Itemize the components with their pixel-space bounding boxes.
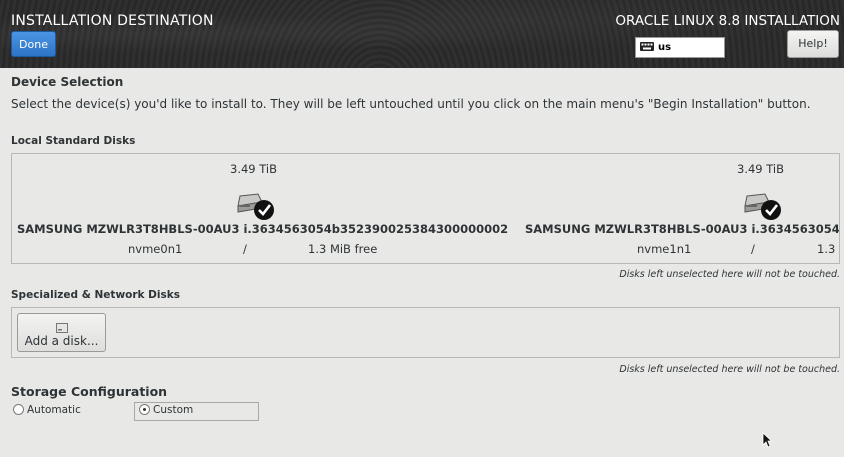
disk-name: SAMSUNG MZWLR3T8HBLS-00AU3 i.36345630549 (525, 222, 840, 236)
disk-size: 3.49 TiB (737, 162, 785, 176)
disk-free-space: 1.3 MiB free (308, 242, 378, 256)
automatic-label: Automatic (27, 404, 81, 416)
disk-item[interactable]: 3.49 TiB SAMSUNG MZWLR3T8HBLS-00AU3 i.36… (12, 154, 512, 263)
add-disk-icon (55, 323, 68, 333)
local-disks-note: Disks left unselected here will not be t… (619, 269, 840, 280)
specialized-disks-note: Disks left unselected here will not be t… (619, 364, 840, 375)
disk-free-space: 1.3 M (817, 242, 839, 256)
disk-mount: / (751, 242, 755, 256)
local-disks-title: Local Standard Disks (11, 135, 136, 147)
harddisk-selected-icon (744, 193, 781, 220)
product-title: ORACLE LINUX 8.8 INSTALLATION (615, 13, 840, 29)
radio-button[interactable] (13, 404, 24, 415)
disk-name: SAMSUNG MZWLR3T8HBLS-00AU3 i.3634563054b… (17, 222, 509, 236)
disk-mount: / (243, 242, 247, 256)
disk-size: 3.49 TiB (230, 162, 278, 176)
device-selection-title: Device Selection (11, 75, 124, 89)
storage-configuration-title: Storage Configuration (11, 384, 168, 399)
help-button[interactable]: Help! (787, 30, 839, 58)
keyboard-layout-label: us (658, 42, 672, 53)
custom-radio[interactable]: Custom (139, 404, 193, 416)
done-button[interactable]: Done (11, 31, 56, 57)
automatic-radio[interactable]: Automatic (13, 404, 81, 416)
add-disk-button[interactable]: Add a disk... (17, 313, 106, 352)
page-title: INSTALLATION DESTINATION (11, 13, 214, 29)
specialized-disks-panel: Add a disk... (11, 307, 840, 358)
disk-device: nvme1n1 (637, 242, 692, 256)
disk-device: nvme0n1 (128, 242, 183, 256)
specialized-disks-title: Specialized & Network Disks (11, 289, 180, 301)
header-bar: INSTALLATION DESTINATION Done ORACLE LIN… (0, 0, 844, 68)
custom-label: Custom (153, 404, 194, 416)
device-selection-description: Select the device(s) you'd like to insta… (11, 97, 811, 111)
keyboard-layout-indicator[interactable]: us (635, 37, 725, 58)
radio-button-selected[interactable] (139, 404, 150, 415)
disk-item[interactable]: 3.49 TiB SAMSUNG MZWLR3T8HBLS-00AU3 i.36… (512, 154, 840, 263)
mouse-pointer-icon (762, 432, 772, 448)
harddisk-selected-icon (237, 193, 274, 220)
keyboard-icon (640, 42, 654, 51)
add-disk-label: Add a disk... (24, 334, 99, 348)
local-disks-panel: 3.49 TiB SAMSUNG MZWLR3T8HBLS-00AU3 i.36… (11, 153, 840, 264)
